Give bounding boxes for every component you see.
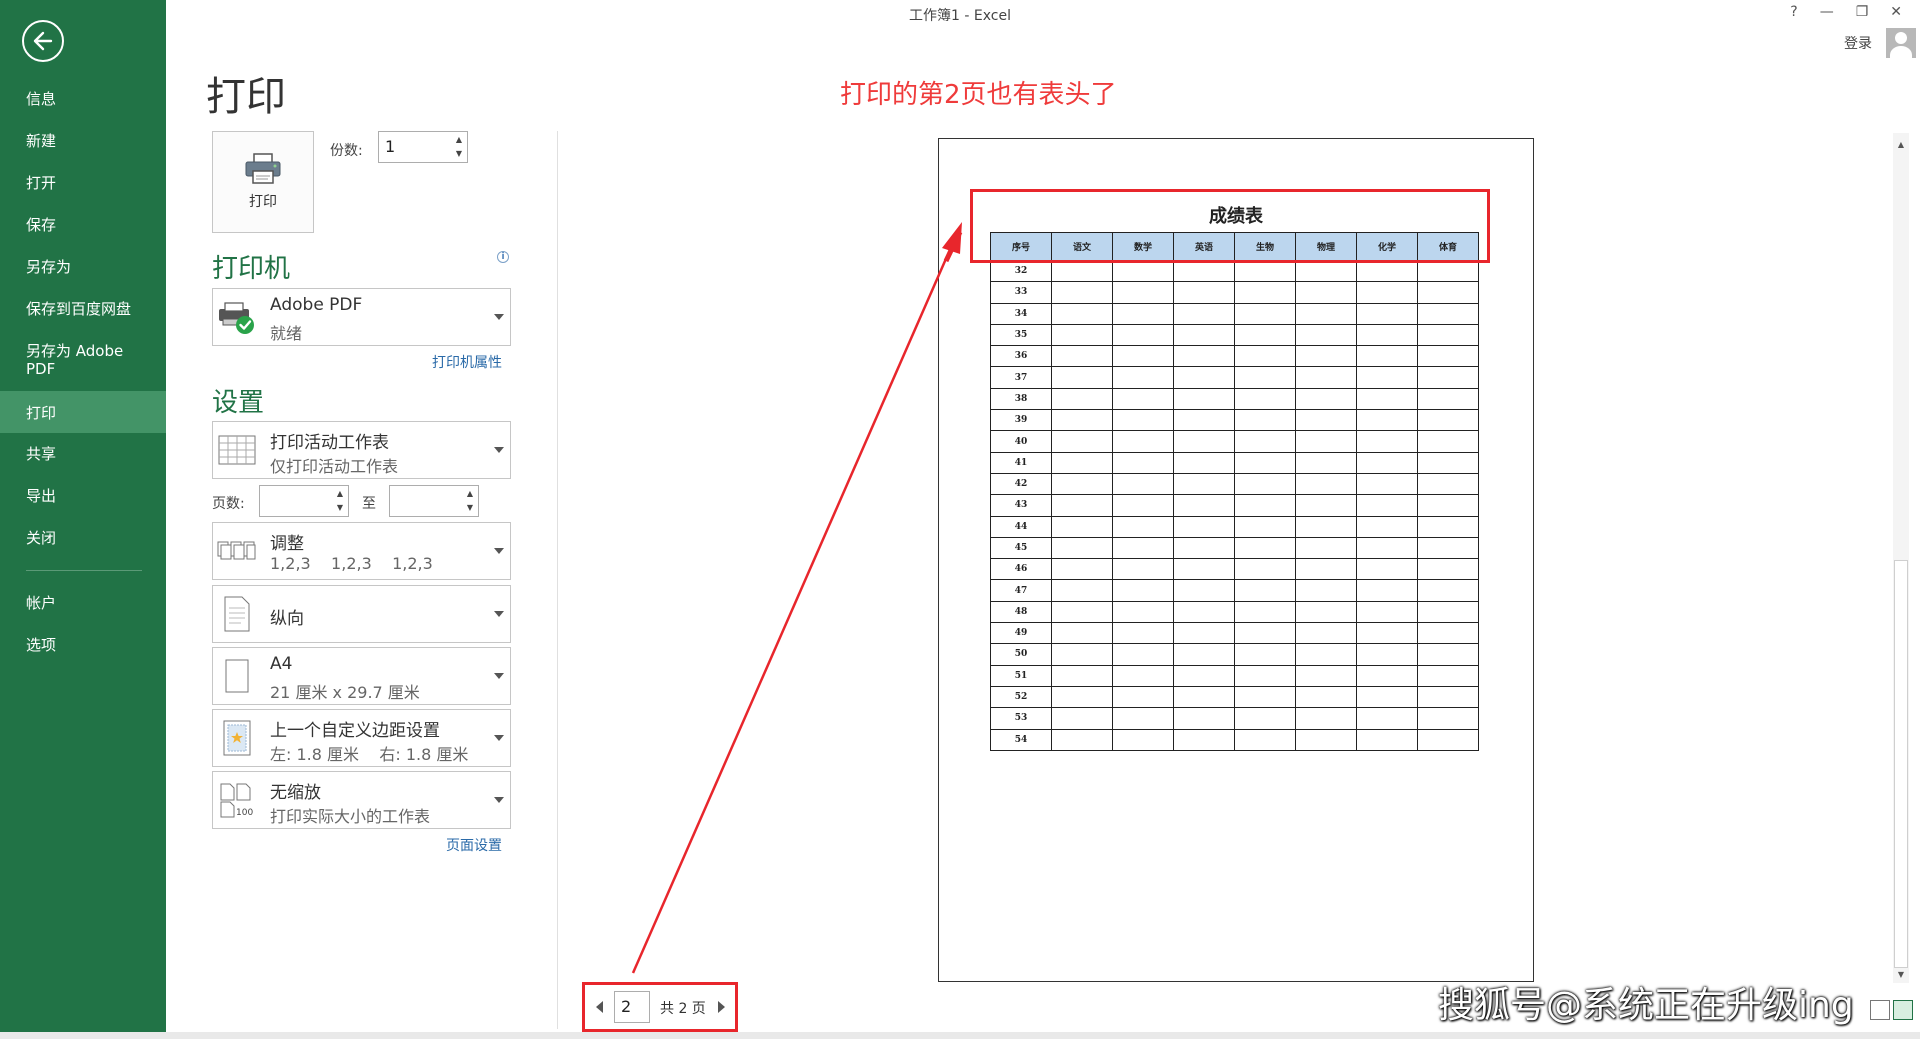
page-total-label: 共 2 页 [660, 1001, 706, 1017]
excel-backstage-print: 信息 新建 打开 保存 另存为 保存到百度网盘 另存为 Adobe PDF 打印… [0, 0, 1920, 1039]
scroll-up-icon[interactable]: ▲ [1893, 136, 1909, 152]
scroll-down-icon[interactable]: ▼ [1893, 966, 1909, 982]
show-margins-icon[interactable] [1870, 1000, 1890, 1020]
previous-page-icon[interactable] [596, 1001, 603, 1013]
next-page-icon[interactable] [718, 1001, 725, 1013]
annotation-arrow-icon [631, 222, 963, 974]
watermark-text: 搜狐号@系统正在升级ing [1438, 985, 1854, 1026]
scrollbar-thumb[interactable] [1894, 560, 1908, 968]
bottom-strip [0, 1032, 1920, 1039]
page-navigator: 2 共 2 页 [582, 982, 738, 1032]
current-page-input[interactable]: 2 [614, 991, 650, 1023]
zoom-to-page-icon[interactable] [1893, 1000, 1913, 1020]
